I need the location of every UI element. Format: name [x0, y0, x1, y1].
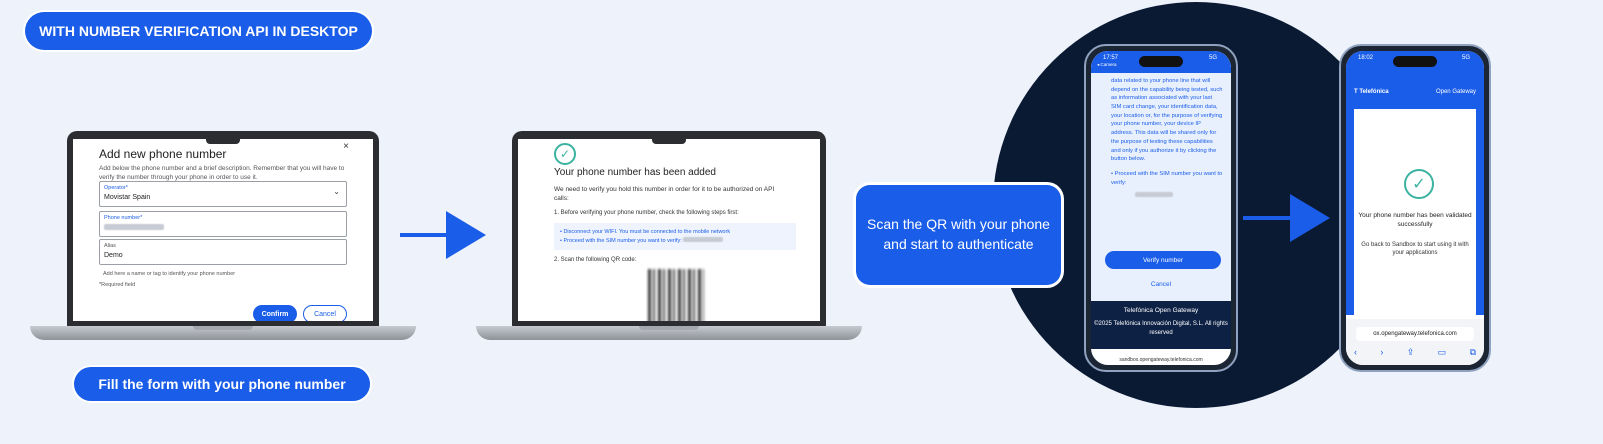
alias-label: Alias	[104, 243, 116, 249]
bookmarks-icon[interactable]: ▭	[1438, 347, 1447, 358]
verify-number-button[interactable]: Verify number	[1105, 251, 1221, 269]
cancel-button[interactable]: Cancel	[303, 305, 347, 321]
side-frame	[1476, 109, 1484, 315]
status-time: 17:57	[1103, 55, 1119, 61]
arrow-right-icon	[1290, 194, 1330, 242]
consent-text: data related to your phone line that wil…	[1111, 77, 1223, 201]
scan-line2: and start to authenticate	[883, 236, 1034, 252]
phone-success: 18:02 5G T Telefónica Open Gateway ✓ You…	[1339, 44, 1491, 372]
qr-code	[648, 269, 704, 321]
instruction-wifi: • Disconnect your WIFI. You must be conn…	[560, 229, 731, 235]
alias-hint: Add here a name or tag to identify your …	[103, 271, 236, 277]
address-bar[interactable]: ox.opengateway.telefonica.com	[1356, 327, 1474, 341]
dynamic-island	[1393, 56, 1437, 67]
forward-icon[interactable]: ›	[1380, 347, 1383, 358]
phone-success-screen: 18:02 5G T Telefónica Open Gateway ✓ You…	[1346, 51, 1484, 365]
verify-instructions: • Disconnect your WIFI. You must be conn…	[554, 223, 796, 250]
share-icon[interactable]: ⇪	[1407, 347, 1415, 358]
step1-caption: Fill the form with your phone number	[74, 367, 370, 401]
status-signal: 5G	[1208, 55, 1217, 61]
operator-select[interactable]: Operator* Movistar Spain ⌄	[99, 181, 347, 207]
phone-authorize-screen: 17:57 ◂ Camera 5G data related to your p…	[1091, 51, 1231, 365]
chevron-down-icon: ⌄	[333, 187, 340, 196]
proceed-text: • Proceed with the SIM number you want t…	[1111, 170, 1223, 186]
header-right: Open Gateway	[1435, 89, 1476, 95]
close-icon[interactable]: ×	[343, 141, 349, 152]
arrow-line	[400, 233, 450, 237]
arrow-line	[1243, 216, 1293, 220]
consent-body: data related to your phone line that wil…	[1111, 78, 1223, 163]
phone-value-redacted	[104, 224, 164, 232]
verify-step1: 1. Before verifying your phone number, c…	[554, 210, 739, 216]
footer: Telefónica Open Gateway ©2025 Telefónica…	[1091, 301, 1231, 349]
arrow-right-icon	[446, 211, 486, 259]
verify-title: Your phone number has been added	[554, 167, 716, 178]
success-message: Your phone number has been validated suc…	[1358, 212, 1472, 229]
address-bar[interactable]: sandbox.opengateway.telefonica.com	[1091, 357, 1231, 363]
instruction-sim: • Proceed with the SIM number you want t…	[560, 236, 790, 246]
laptop-notch	[206, 139, 240, 144]
section-title: WITH NUMBER VERIFICATION API IN DESKTOP	[25, 12, 372, 50]
required-note: *Required field	[99, 282, 136, 288]
check-circle-icon: ✓	[554, 143, 576, 165]
cancel-link[interactable]: Cancel	[1091, 281, 1231, 288]
status-time: 18:02	[1358, 55, 1374, 61]
back-message: Go back to Sandbox to start using it wit…	[1361, 242, 1469, 257]
phone-label: Phone number*	[104, 215, 143, 221]
browser-toolbar	[1346, 319, 1484, 365]
footer-title: Telefónica Open Gateway	[1123, 307, 1199, 314]
laptop-notch	[652, 139, 686, 144]
check-circle-icon: ✓	[1404, 169, 1434, 199]
browser-nav: ‹ › ⇪ ▭ ⧉	[1354, 347, 1476, 358]
dynamic-island	[1139, 56, 1183, 67]
tabs-icon[interactable]: ⧉	[1470, 347, 1476, 358]
add-phone-form: Add new phone number × Add below the pho…	[73, 139, 373, 321]
scan-instruction: Scan the QR with your phone and start to …	[856, 185, 1061, 285]
side-frame	[1346, 109, 1354, 315]
status-back[interactable]: ◂ Camera	[1097, 62, 1117, 68]
phone-number-field[interactable]: Phone number*	[99, 211, 347, 237]
phone-authorize: 17:57 ◂ Camera 5G data related to your p…	[1084, 44, 1238, 372]
form-title: Add new phone number	[99, 147, 227, 161]
operator-label: Operator*	[104, 185, 128, 191]
alias-value: Demo	[104, 252, 123, 259]
confirm-button[interactable]: Confirm	[253, 305, 297, 321]
back-icon[interactable]: ‹	[1354, 347, 1357, 358]
verify-screen: ✓ Your phone number has been added We ne…	[518, 139, 820, 321]
laptop-base	[476, 326, 862, 340]
telefonica-logo: T Telefónica	[1354, 89, 1389, 95]
footer-copyright: ©2025 Telefónica Innovación Digital, S.L…	[1094, 321, 1228, 336]
scan-line1: Scan the QR with your phone	[867, 216, 1050, 233]
laptop-verify: ✓ Your phone number has been added We ne…	[512, 131, 826, 327]
operator-value: Movistar Spain	[104, 194, 151, 201]
verify-step2: 2. Scan the following QR code:	[554, 257, 637, 263]
alias-field[interactable]: Alias Demo	[99, 239, 347, 265]
laptop-base	[30, 326, 416, 340]
status-signal: 5G	[1461, 55, 1470, 61]
laptop-form: Add new phone number × Add below the pho…	[67, 131, 379, 327]
verify-text: We need to verify you hold this number i…	[554, 186, 775, 203]
